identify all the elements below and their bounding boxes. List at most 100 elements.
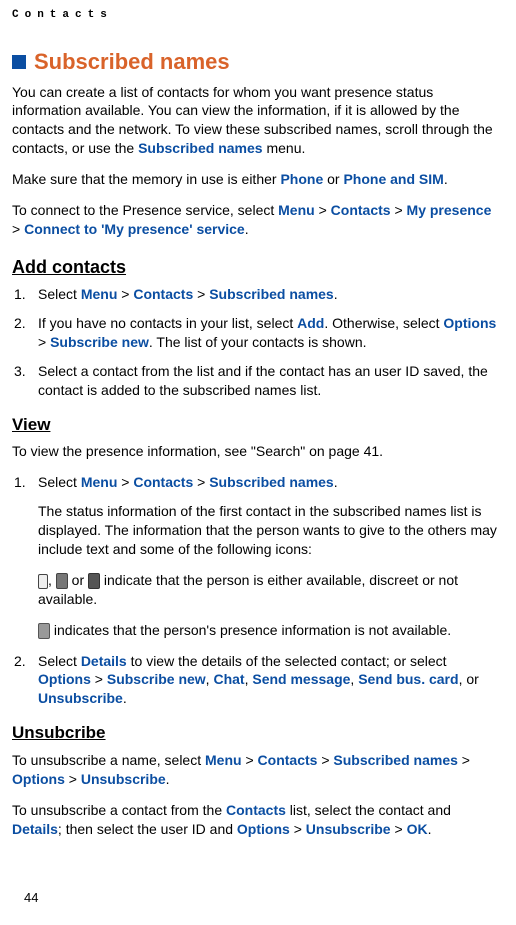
- text: . The list of your contacts is shown.: [149, 334, 367, 350]
- ui-term: My presence: [407, 202, 492, 218]
- add-contacts-list: Select Menu > Contacts > Subscribed name…: [12, 285, 498, 399]
- intro-para-3: To connect to the Presence service, sele…: [12, 201, 498, 239]
- view-heading: View: [12, 414, 498, 437]
- text: .: [334, 286, 338, 302]
- text: ; then select the user ID and: [58, 821, 237, 837]
- ui-term: Menu: [81, 474, 118, 490]
- text: Make sure that the memory in use is eith…: [12, 171, 280, 187]
- section-bullet-icon: [12, 55, 26, 69]
- ui-term: Menu: [205, 752, 242, 768]
- sub-para: The status information of the first cont…: [38, 502, 498, 559]
- ui-term: Contacts: [226, 802, 286, 818]
- ui-term: OK: [407, 821, 428, 837]
- text: To unsubscribe a name, select: [12, 752, 205, 768]
- unsubscribe-heading: Unsubcribe: [12, 722, 498, 745]
- presence-notavailable-icon: [88, 573, 100, 589]
- text: >: [38, 334, 50, 350]
- ui-term: Unsubscribe: [38, 690, 123, 706]
- view-intro: To view the presence information, see "S…: [12, 442, 498, 461]
- ui-term: Options: [443, 315, 496, 331]
- text: .: [245, 221, 249, 237]
- text: If you have no contacts in your list, se…: [38, 315, 297, 331]
- ui-term: Menu: [81, 286, 118, 302]
- list-item: Select Menu > Contacts > Subscribed name…: [12, 285, 498, 304]
- ui-term: Connect to 'My presence' service: [24, 221, 245, 237]
- presence-available-icon: [38, 574, 48, 589]
- text: Select a contact from the list and if th…: [38, 363, 488, 398]
- text: .: [166, 771, 170, 787]
- text: >: [242, 752, 258, 768]
- ui-term: Unsubscribe: [81, 771, 166, 787]
- ui-term: Contacts: [258, 752, 318, 768]
- icon-line-2: indicates that the person's presence inf…: [38, 621, 498, 640]
- text: Select: [38, 653, 81, 669]
- unsub-para-1: To unsubscribe a name, select Menu > Con…: [12, 751, 498, 789]
- text: , or: [459, 671, 479, 687]
- list-item: Select Menu > Contacts > Subscribed name…: [12, 473, 498, 639]
- ui-term: Options: [38, 671, 91, 687]
- ui-term: Options: [12, 771, 65, 787]
- text: To unsubscribe a contact from the: [12, 802, 226, 818]
- presence-unknown-icon: [38, 623, 50, 639]
- text: ,: [48, 572, 56, 588]
- text: to view the details of the selected cont…: [127, 653, 447, 669]
- text: Select: [38, 474, 81, 490]
- chapter-header: Contacts: [12, 8, 498, 23]
- ui-term: Phone: [280, 171, 323, 187]
- presence-discreet-icon: [56, 573, 68, 589]
- ui-term: Subscribed names: [209, 286, 334, 302]
- text: >: [315, 202, 331, 218]
- text: .: [123, 690, 127, 706]
- ui-term: Subscribed names: [333, 752, 458, 768]
- ui-term: Chat: [213, 671, 244, 687]
- text: menu.: [263, 140, 306, 156]
- text: list, select the contact and: [286, 802, 451, 818]
- text: >: [193, 286, 209, 302]
- text: >: [12, 221, 24, 237]
- section-title: Subscribed names: [34, 47, 230, 77]
- ui-term: Details: [12, 821, 58, 837]
- text: >: [290, 821, 306, 837]
- text: or: [68, 572, 88, 588]
- text: To connect to the Presence service, sele…: [12, 202, 278, 218]
- text: >: [117, 286, 133, 302]
- ui-term: Contacts: [133, 474, 193, 490]
- text: >: [117, 474, 133, 490]
- list-item: Select Details to view the details of th…: [12, 652, 498, 709]
- text: >: [193, 474, 209, 490]
- intro-para-2: Make sure that the memory in use is eith…: [12, 170, 498, 189]
- text: . Otherwise, select: [324, 315, 443, 331]
- text: indicate that the person is either avail…: [38, 572, 458, 607]
- ui-term: Send bus. card: [358, 671, 458, 687]
- unsub-para-2: To unsubscribe a contact from the Contac…: [12, 801, 498, 839]
- ui-term: Unsubscribe: [306, 821, 391, 837]
- text: >: [391, 202, 407, 218]
- ui-term: Subscribed names: [209, 474, 334, 490]
- ui-term: Subscribe new: [50, 334, 149, 350]
- text: .: [334, 474, 338, 490]
- text: .: [444, 171, 448, 187]
- view-list: Select Menu > Contacts > Subscribed name…: [12, 473, 498, 708]
- ui-term: Send message: [252, 671, 350, 687]
- ui-term: Options: [237, 821, 290, 837]
- page-number: 44: [24, 889, 38, 907]
- ui-term: Add: [297, 315, 324, 331]
- ui-term: Menu: [278, 202, 315, 218]
- text: >: [458, 752, 470, 768]
- ui-term: Contacts: [133, 286, 193, 302]
- ui-term: Subscribed names: [138, 140, 263, 156]
- ui-term: Subscribe new: [107, 671, 206, 687]
- add-contacts-heading: Add contacts: [12, 255, 498, 279]
- text: >: [91, 671, 107, 687]
- text: >: [391, 821, 407, 837]
- text: >: [65, 771, 81, 787]
- ui-term: Details: [81, 653, 127, 669]
- text: or: [323, 171, 343, 187]
- ui-term: Phone and SIM: [343, 171, 443, 187]
- ui-term: Contacts: [331, 202, 391, 218]
- text: .: [428, 821, 432, 837]
- list-item: If you have no contacts in your list, se…: [12, 314, 498, 352]
- list-item: Select a contact from the list and if th…: [12, 362, 498, 400]
- text: indicates that the person's presence inf…: [50, 622, 451, 638]
- icon-line-1: , or indicate that the person is either …: [38, 571, 498, 609]
